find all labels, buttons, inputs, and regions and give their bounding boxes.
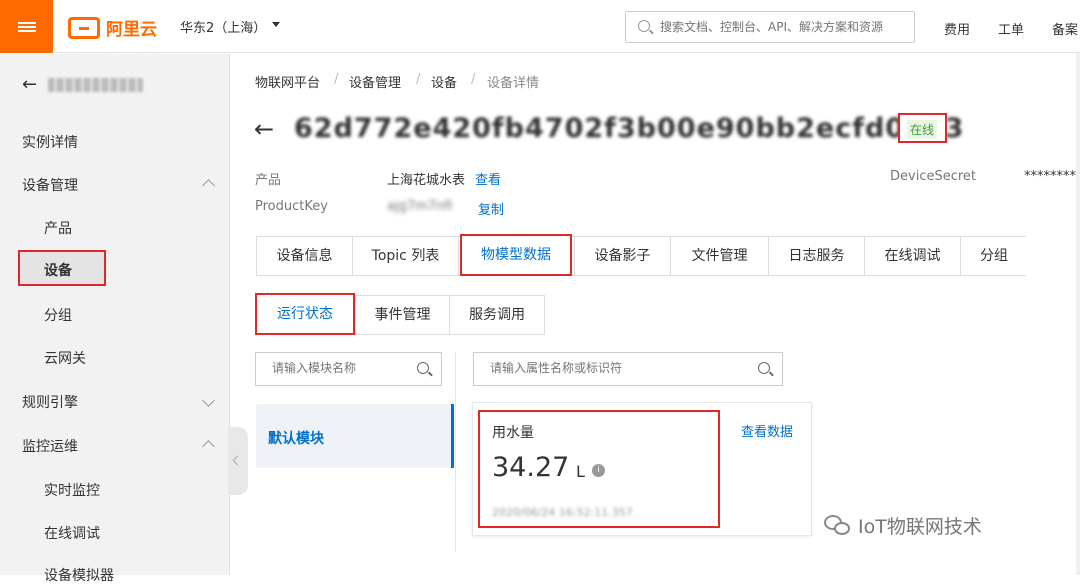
module-search-input[interactable] xyxy=(272,361,420,375)
nav-fees[interactable]: 费用 xyxy=(944,19,970,38)
productkey-label: ProductKey xyxy=(255,199,328,214)
back-arrow-icon[interactable]: ← xyxy=(22,74,37,95)
instance-name-blurred xyxy=(48,78,143,92)
tab-groups[interactable]: 分组 xyxy=(961,237,1027,275)
tab-device-info[interactable]: 设备信息 xyxy=(257,237,353,275)
search-icon[interactable] xyxy=(417,362,429,374)
property-search-input[interactable] xyxy=(490,361,737,375)
status-badge: 在线 xyxy=(907,120,938,139)
device-tabs: 设备信息 Topic 列表 设备影子 文件管理 日志服务 在线调试 分组 xyxy=(256,236,1027,276)
online-status-highlight: 在线 xyxy=(898,113,947,143)
tab-log-service[interactable]: 日志服务 xyxy=(769,237,865,275)
chevron-up-icon[interactable] xyxy=(202,179,215,192)
view-data-link[interactable]: 查看数据 xyxy=(741,421,793,440)
sidebar-item-monitoring[interactable]: 监控运维 xyxy=(22,436,78,456)
property-name: 用水量 xyxy=(492,425,534,441)
wechat-icon xyxy=(824,514,852,537)
sidebar-item-devices[interactable]: 设备 xyxy=(18,250,106,286)
devicesecret-label: DeviceSecret xyxy=(890,169,977,184)
back-arrow-icon[interactable]: ← xyxy=(254,115,274,143)
aliyun-logo-mark-icon xyxy=(68,16,100,39)
global-search[interactable] xyxy=(625,11,915,43)
tab-device-shadow[interactable]: 设备影子 xyxy=(575,237,671,275)
aliyun-logo[interactable]: 阿里云 xyxy=(68,15,157,40)
breadcrumb-iot-platform[interactable]: 物联网平台 xyxy=(255,72,320,91)
breadcrumb-device-detail: 设备详情 xyxy=(487,76,540,91)
sidebar-item-cloud-gateway[interactable]: 云网关 xyxy=(44,348,86,368)
page-edge xyxy=(1076,53,1080,575)
tab-online-debug[interactable]: 在线调试 xyxy=(865,237,961,275)
subtab-service-call[interactable]: 服务调用 xyxy=(449,295,545,335)
view-product-link[interactable]: 查看 xyxy=(475,169,501,188)
sidebar-item-online-debug[interactable]: 在线调试 xyxy=(44,523,100,543)
tab-tsl-data[interactable]: 物模型数据 xyxy=(460,234,572,276)
copy-productkey-link[interactable]: 复制 xyxy=(478,199,504,218)
device-name: 62d772e420fb4702f3b00e90bb2ecfd0213 xyxy=(294,113,965,144)
sidebar-collapse-handle[interactable] xyxy=(228,427,248,495)
global-search-input[interactable] xyxy=(660,17,910,37)
search-icon[interactable] xyxy=(758,362,770,374)
breadcrumb-separator: / xyxy=(416,72,421,87)
breadcrumb-separator: / xyxy=(334,72,339,87)
property-timestamp: 2020/06/24 16:52:11.357 xyxy=(492,506,633,519)
subtab-running-status[interactable]: 运行状态 xyxy=(255,293,355,335)
tab-topic-list[interactable]: Topic 列表 xyxy=(353,237,459,275)
top-bar: 阿里云 华东2（上海） 费用 工单 备案 xyxy=(0,0,1080,53)
devicesecret-value: ******** xyxy=(1024,169,1076,184)
breadcrumb-separator: / xyxy=(471,72,476,87)
breadcrumb-device-management[interactable]: 设备管理 xyxy=(349,72,401,91)
module-search[interactable] xyxy=(255,352,442,386)
chevron-up-icon[interactable] xyxy=(202,440,215,453)
menu-icon[interactable] xyxy=(0,0,53,53)
sidebar-item-products[interactable]: 产品 xyxy=(44,218,72,238)
nav-filing[interactable]: 备案 xyxy=(1052,19,1078,38)
sidebar-item-device-simulator[interactable]: 设备模拟器 xyxy=(44,565,114,585)
sidebar-item-realtime-monitor[interactable]: 实时监控 xyxy=(44,480,100,500)
sidebar: ← 实例详情 设备管理 产品 分组 云网关 规则引擎 监控运维 实时监控 在线调… xyxy=(0,54,230,584)
sidebar-item-rules-engine[interactable]: 规则引擎 xyxy=(22,392,78,412)
property-search[interactable] xyxy=(473,352,783,386)
sidebar-item-instance-detail[interactable]: 实例详情 xyxy=(22,132,78,152)
property-unit: L xyxy=(576,462,585,481)
caret-down-icon[interactable] xyxy=(272,22,280,27)
region-selector[interactable]: 华东2（上海） xyxy=(180,17,266,36)
chevron-down-icon[interactable] xyxy=(202,394,215,407)
subtab-event-management[interactable]: 事件管理 xyxy=(355,295,450,335)
module-divider xyxy=(455,352,456,552)
module-list-item-default[interactable]: 默认模块 xyxy=(256,404,454,468)
property-value: 34.27 xyxy=(492,452,570,483)
sidebar-item-device-management[interactable]: 设备管理 xyxy=(22,175,78,195)
product-label: 产品 xyxy=(255,173,282,188)
breadcrumb-devices[interactable]: 设备 xyxy=(431,72,457,91)
watermark: IoT物联网技术 xyxy=(824,512,982,539)
productkey-value: ajg7m7nfi xyxy=(387,199,453,214)
sidebar-item-groups[interactable]: 分组 xyxy=(44,305,72,325)
product-value: 上海花城水表 xyxy=(387,173,466,188)
search-icon xyxy=(638,20,650,32)
info-icon[interactable]: i xyxy=(592,464,605,477)
nav-tickets[interactable]: 工单 xyxy=(998,19,1024,38)
tab-file-management[interactable]: 文件管理 xyxy=(671,237,769,275)
